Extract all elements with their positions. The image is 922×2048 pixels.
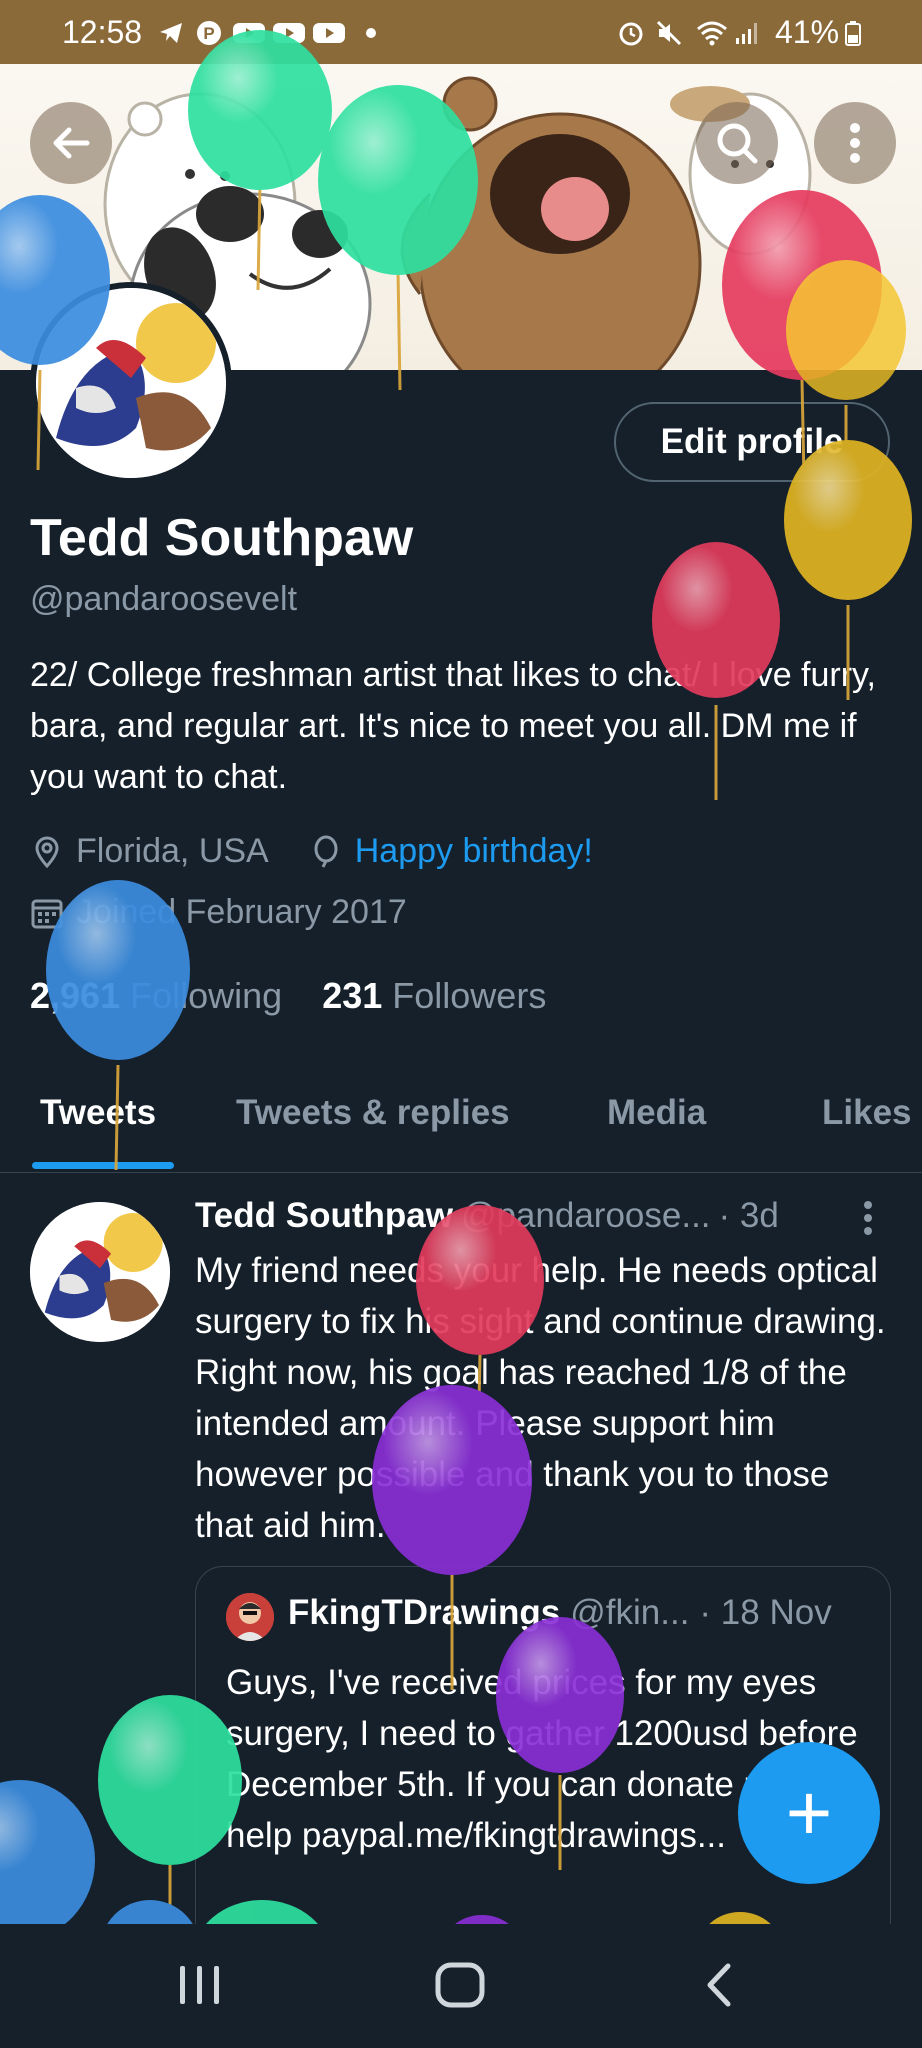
dot-icon [366, 28, 376, 38]
avatar-image [226, 1593, 274, 1641]
pinterest-icon: P [197, 21, 221, 45]
active-tab-indicator [32, 1162, 174, 1169]
more-options-button[interactable] [814, 102, 896, 184]
following-label: Following [130, 975, 283, 1016]
compose-tweet-button[interactable]: + [738, 1742, 880, 1884]
follow-stats: 2,961 Following 231 Followers [30, 975, 546, 1017]
tab-tweets[interactable]: Tweets [40, 1093, 156, 1133]
quote-author-handle: @fkin... [570, 1593, 690, 1632]
youtube-icon [233, 23, 265, 43]
tab-tweets-replies[interactable]: Tweets & replies [236, 1093, 510, 1133]
mute-icon [656, 20, 682, 46]
home-icon[interactable] [430, 1960, 490, 2010]
quote-author-name: FkingTDrawings [288, 1593, 561, 1632]
location-icon [35, 836, 59, 868]
telegram-icon [160, 23, 182, 43]
avatar-image [36, 288, 226, 478]
followers-label: Followers [392, 975, 547, 1016]
search-button[interactable] [696, 102, 778, 184]
joined-date: Joined February 2017 [76, 893, 407, 931]
following-link[interactable]: 2,961 Following [30, 975, 282, 1017]
signal-icon [736, 23, 757, 44]
profile-bio: 22/ College freshman artist that likes t… [30, 656, 876, 796]
search-icon [717, 123, 758, 164]
arrow-left-icon [53, 127, 90, 159]
profile-tabs: Tweets Tweets & replies Media Likes [0, 1080, 922, 1173]
tweet-time[interactable]: · 3d [719, 1196, 779, 1236]
profile-meta-row: Florida, USA Happy birthday! [30, 832, 593, 871]
tweet-author-name[interactable]: Tedd Southpaw [195, 1196, 453, 1236]
balloon-icon [314, 835, 338, 868]
quote-header: FkingTDrawings @fkin... · 18 Nov [288, 1593, 832, 1633]
followers-link[interactable]: 231 Followers [322, 975, 546, 1017]
quote-avatar [226, 1593, 274, 1641]
system-nav-bar [0, 1924, 922, 2048]
tweet-avatar[interactable] [30, 1202, 170, 1342]
youtube-icon [273, 23, 305, 43]
more-vertical-icon[interactable] [860, 1198, 876, 1238]
profile-avatar[interactable] [30, 282, 232, 484]
joined-row: Joined February 2017 [30, 893, 407, 932]
tab-media[interactable]: Media [607, 1093, 706, 1133]
status-bar: 12:58 P 41% [0, 0, 922, 64]
status-time: 12:58 [62, 14, 143, 50]
svg-text:P: P [203, 24, 214, 43]
back-nav-icon[interactable] [690, 1960, 750, 2010]
following-count: 2,961 [30, 975, 121, 1016]
display-name: Tedd Southpaw [30, 509, 414, 567]
edit-profile-button[interactable]: Edit profile [614, 402, 890, 482]
alarm-icon [619, 22, 643, 46]
tweet-header: Tedd Southpaw @pandaroose... · 3d [195, 1196, 779, 1236]
avatar-image [30, 1202, 170, 1342]
wifi-icon [697, 21, 727, 46]
battery-percent: 41% [775, 14, 840, 50]
tab-likes[interactable]: Likes [822, 1093, 912, 1133]
followers-count: 231 [322, 975, 383, 1016]
recent-apps-icon[interactable] [170, 1960, 230, 2010]
youtube-icon [313, 23, 345, 43]
calendar-icon [31, 899, 63, 928]
battery-icon [845, 21, 861, 46]
more-vertical-icon [850, 123, 860, 163]
tweet-text: My friend needs your help. He needs opti… [195, 1251, 886, 1545]
back-button[interactable] [30, 102, 112, 184]
birthday-link[interactable]: Happy birthday! [355, 832, 593, 871]
location-text: Florida, USA [76, 832, 269, 870]
tweet-author-handle[interactable]: @pandaroose... [461, 1196, 711, 1236]
quote-time: · 18 Nov [699, 1593, 832, 1632]
user-handle: @pandaroosevelt [30, 580, 298, 618]
